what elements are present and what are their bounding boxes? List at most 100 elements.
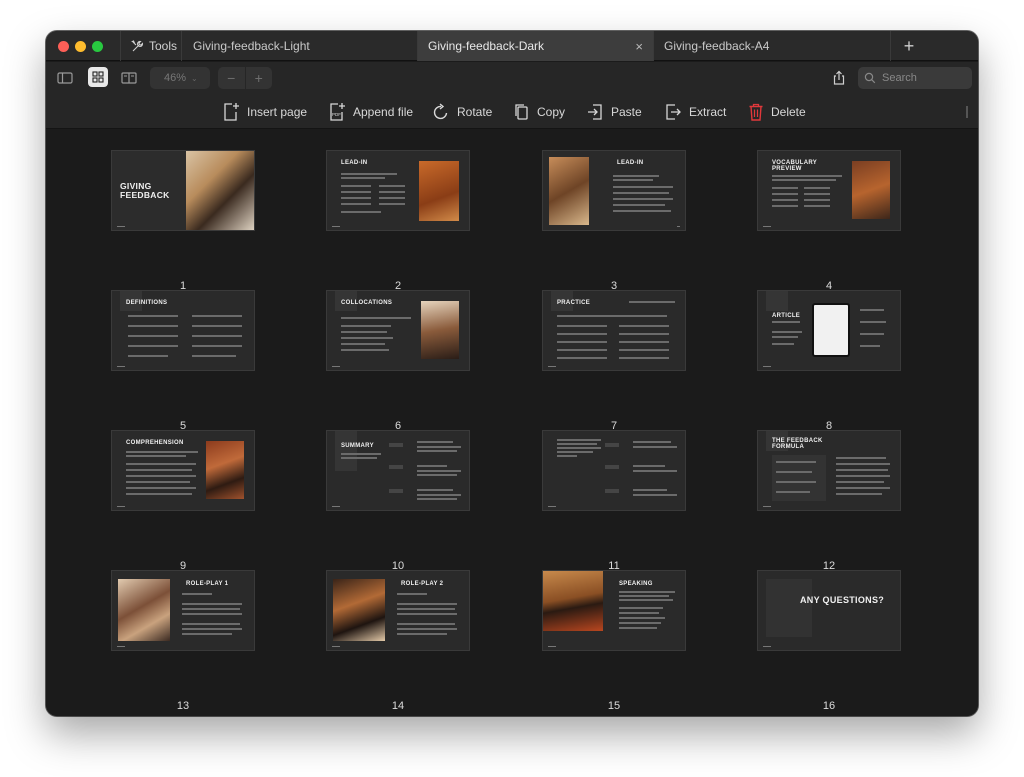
search-field[interactable]: Search <box>858 67 972 89</box>
slide-photo <box>186 151 254 230</box>
close-tab-icon[interactable]: × <box>635 39 643 54</box>
zoom-window-button[interactable] <box>92 41 103 52</box>
slide-photo <box>852 161 890 219</box>
extract-label: Extract <box>689 105 727 119</box>
paste-button[interactable]: Paste <box>586 102 642 122</box>
page-number: 16 <box>822 700 836 712</box>
page-thumbnail-13[interactable]: ROLE-PLAY 1 <box>111 570 255 651</box>
extract-icon <box>666 104 681 120</box>
page-thumbnail-3[interactable]: LEAD-IN <box>542 150 686 231</box>
extract-button[interactable]: Extract <box>664 102 726 122</box>
slide-title: SPEAKING <box>619 581 653 587</box>
page-thumbnail-10[interactable]: SUMMARY <box>326 430 470 511</box>
page-thumbnail-8[interactable]: ARTICLE <box>757 290 901 371</box>
page-thumbnail-6[interactable]: COLLOCATIONS <box>326 290 470 371</box>
zoom-stepper: − + <box>218 67 272 89</box>
tab-giving-feedback-light[interactable]: Giving-feedback-Light <box>183 31 418 61</box>
page-thumbnail-14[interactable]: ROLE-PLAY 2 <box>326 570 470 651</box>
slide-title: THE FEEDBACK FORMULA <box>772 438 823 450</box>
slide-title: COLLOCATIONS <box>341 300 393 306</box>
tools-label: Tools <box>149 39 178 53</box>
page-thumbnail-9[interactable]: COMPREHENSION <box>111 430 255 511</box>
slide-title: ARTICLE <box>772 313 801 319</box>
tab-label: Giving-feedback-Dark <box>428 39 545 53</box>
toolbar: 46% ⌄ − + Search <box>46 62 978 94</box>
page-thumbnail-15[interactable]: SPEAKING <box>542 570 686 651</box>
slide-photo <box>549 157 589 225</box>
trash-icon <box>749 103 763 121</box>
page-thumbnail-12[interactable]: THE FEEDBACK FORMULA <box>757 430 901 511</box>
share-icon[interactable] <box>830 69 848 87</box>
page-number: 14 <box>391 700 405 712</box>
slide-photo <box>421 301 459 359</box>
append-file-button[interactable]: PDF Append file <box>328 102 413 122</box>
tools-icon <box>131 39 144 51</box>
delete-button[interactable]: Delete <box>748 102 806 122</box>
page-number: 15 <box>607 700 621 712</box>
toolbar-grip[interactable] <box>966 106 968 118</box>
app-window: Tools Giving-feedback-Light Giving-feedb… <box>46 31 978 716</box>
rotate-button[interactable]: Rotate <box>432 102 492 122</box>
delete-label: Delete <box>771 105 806 119</box>
page-thumbnail-7[interactable]: PRACTICE <box>542 290 686 371</box>
page-view-icon[interactable] <box>120 69 138 87</box>
zoom-select[interactable]: 46% ⌄ <box>150 67 210 89</box>
slide-photo <box>206 441 244 499</box>
page-number: 13 <box>176 700 190 712</box>
new-tab-button[interactable]: + <box>891 31 927 61</box>
slide-title: ANY QUESTIONS? <box>800 595 885 605</box>
slide-title: GIVING FEEDBACK <box>120 181 170 200</box>
page-thumbnail-2[interactable]: LEAD-IN <box>326 150 470 231</box>
chevron-down-icon: ⌄ <box>191 73 198 83</box>
search-icon <box>864 72 876 84</box>
append-pdf-icon: PDF <box>330 103 345 121</box>
tab-giving-feedback-a4[interactable]: Giving-feedback-A4 <box>654 31 891 61</box>
tab-giving-feedback-dark[interactable]: Giving-feedback-Dark × <box>418 31 654 61</box>
slide-title: VOCABULARY PREVIEW <box>772 160 818 172</box>
slide-title: SUMMARY <box>341 443 374 449</box>
slide-photo <box>543 571 603 631</box>
paste-label: Paste <box>611 105 642 119</box>
page-thumbnail-16[interactable]: ANY QUESTIONS? <box>757 570 901 651</box>
copy-button[interactable]: Copy <box>514 102 565 122</box>
insert-page-button[interactable]: Insert page <box>222 102 307 122</box>
copy-icon <box>515 104 528 120</box>
sidebar-icon[interactable] <box>56 69 74 87</box>
tab-label: Giving-feedback-Light <box>193 39 310 53</box>
zoom-out-button[interactable]: − <box>218 67 246 89</box>
slide-title: ROLE-PLAY 1 <box>186 581 229 587</box>
article-screenshot <box>812 303 850 357</box>
slide-photo <box>419 161 459 221</box>
page-thumbnail-1[interactable]: GIVING FEEDBACK <box>111 150 255 231</box>
slide-title: LEAD-IN <box>617 160 644 166</box>
zoom-in-button[interactable]: + <box>246 67 273 89</box>
search-placeholder: Search <box>882 72 917 84</box>
tools-button[interactable]: Tools <box>120 31 182 61</box>
insert-page-icon <box>224 103 239 121</box>
rotate-label: Rotate <box>457 105 493 119</box>
slide-title: LEAD-IN <box>341 160 368 166</box>
copy-label: Copy <box>537 105 566 119</box>
page-thumbnail-11[interactable] <box>542 430 686 511</box>
page-thumbnail-4[interactable]: VOCABULARY PREVIEW <box>757 150 901 231</box>
grid-view-button[interactable] <box>88 67 108 87</box>
page-thumbnail-5[interactable]: DEFINITIONS <box>111 290 255 371</box>
slide-photo <box>333 579 385 641</box>
insert-page-label: Insert page <box>247 105 308 119</box>
slide-title: PRACTICE <box>557 300 591 306</box>
page-thumbnail-grid: GIVING FEEDBACK 1 LEAD-IN 2 LEAD-IN 3 VO… <box>46 130 978 716</box>
minimize-window-button[interactable] <box>75 41 86 52</box>
paste-icon <box>588 104 602 120</box>
slide-title: DEFINITIONS <box>126 300 168 306</box>
tab-label: Giving-feedback-A4 <box>664 39 770 53</box>
page-actions-bar: Insert page PDF Append file Rotate Copy … <box>46 94 978 129</box>
svg-text:PDF: PDF <box>332 112 341 117</box>
append-file-label: Append file <box>353 105 414 119</box>
slide-title: ROLE-PLAY 2 <box>401 581 444 587</box>
close-window-button[interactable] <box>58 41 69 52</box>
slide-title: COMPREHENSION <box>126 440 184 446</box>
slide-photo <box>118 579 170 641</box>
tab-bar: Tools Giving-feedback-Light Giving-feedb… <box>46 31 978 61</box>
rotate-icon <box>433 103 448 120</box>
zoom-value: 46% <box>164 72 187 84</box>
